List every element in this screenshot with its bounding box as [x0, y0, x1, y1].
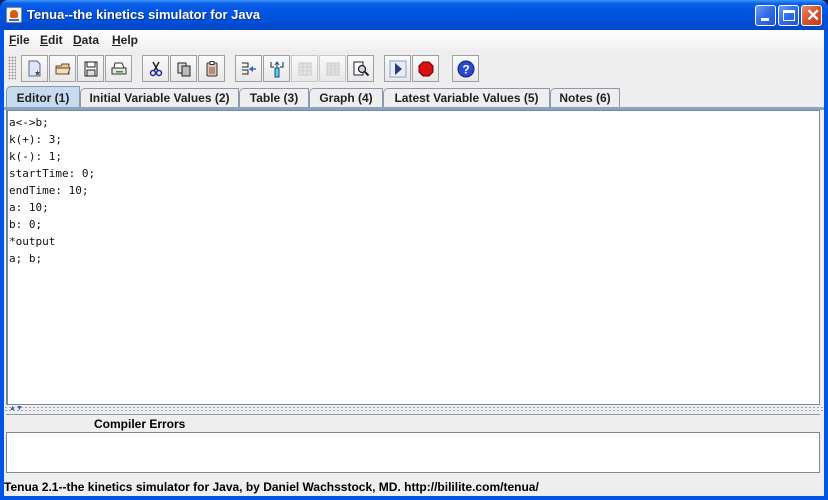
tab-table[interactable]: Table (3) — [239, 88, 309, 108]
split-pane-arrows[interactable]: ▲▼ — [9, 405, 23, 412]
tab-notes[interactable]: Notes (6) — [550, 88, 620, 108]
stop-icon — [418, 61, 434, 77]
open-button[interactable] — [49, 55, 76, 82]
run-icon — [389, 60, 407, 78]
insert-left-icon — [242, 62, 256, 75]
cut-icon — [149, 61, 163, 77]
grid-icon — [326, 62, 340, 76]
editor-line: b: 0; — [9, 218, 43, 231]
new-button[interactable] — [21, 55, 48, 82]
insert-left-button[interactable] — [235, 55, 262, 82]
compiler-errors-title: Compiler Errors — [94, 417, 186, 431]
compiler-errors-output[interactable] — [6, 432, 820, 473]
editor-lines: a<->b; k(+): 3; k(-): 1; startTime: 0; endTi… — [8, 111, 819, 267]
toolbar-grip[interactable] — [8, 56, 16, 80]
menu-data[interactable]: Data — [73, 33, 99, 47]
status-bar: Tenua 2.1--the kinetics simulator for Ja… — [4, 480, 824, 496]
print-button[interactable] — [105, 55, 132, 82]
stop-button[interactable] — [412, 55, 439, 82]
tab-editor[interactable]: Editor (1) — [6, 86, 80, 108]
editor-line: *output — [9, 235, 56, 248]
split-pane-divider[interactable] — [4, 406, 824, 412]
menu-file[interactable]: File — [9, 33, 30, 47]
window-title: Tenua--the kinetics simulator for Java — [27, 7, 261, 22]
editor-line: a<->b; — [9, 116, 49, 129]
print-icon — [111, 62, 127, 75]
minimize-button[interactable] — [755, 5, 776, 26]
tab-latest-variable-values[interactable]: Latest Variable Values (5) — [383, 88, 550, 108]
close-icon: ✕ — [806, 6, 821, 25]
find-button[interactable] — [347, 55, 374, 82]
cut-button[interactable] — [142, 55, 169, 82]
editor-line: a: 10; — [9, 201, 49, 214]
insert-down-icon — [270, 61, 284, 78]
minimize-icon — [761, 18, 769, 21]
svg-text:?: ? — [462, 63, 469, 77]
editor-line: k(-): 1; — [9, 150, 62, 163]
compiler-errors-header: Compiler Errors — [6, 414, 820, 432]
maximize-button[interactable] — [778, 5, 799, 26]
copy-icon — [177, 62, 191, 77]
app-window: Tenua--the kinetics simulator for Java ✕… — [0, 0, 828, 500]
maximize-icon — [783, 10, 795, 21]
new-file-icon — [28, 60, 41, 77]
client-area: File Edit Data Help ? Editor (1) Initial… — [4, 30, 824, 496]
java-app-icon[interactable] — [6, 7, 22, 23]
tab-graph[interactable]: Graph (4) — [309, 88, 383, 108]
open-folder-icon — [55, 63, 71, 75]
find-icon — [353, 61, 370, 77]
save-icon — [84, 61, 98, 77]
paste-icon — [206, 61, 218, 77]
paste-button[interactable] — [198, 55, 225, 82]
menu-bar: File Edit Data Help — [4, 30, 824, 50]
grid-button[interactable] — [319, 55, 346, 82]
editor-line: k(+): 3; — [9, 133, 62, 146]
tab-strip: Editor (1) Initial Variable Values (2) T… — [4, 86, 824, 108]
run-button[interactable] — [384, 55, 411, 82]
menu-help[interactable]: Help — [112, 33, 138, 47]
editor-line: endTime: 10; — [9, 184, 89, 197]
table-button[interactable] — [291, 55, 318, 82]
title-bar[interactable]: Tenua--the kinetics simulator for Java ✕ — [0, 0, 828, 30]
help-button[interactable]: ? — [452, 55, 479, 82]
close-button[interactable]: ✕ — [801, 5, 822, 26]
editor-textarea[interactable]: a<->b; k(+): 3; k(-): 1; startTime: 0; endTi… — [6, 110, 820, 405]
toolbar: ? — [4, 51, 824, 85]
save-button[interactable] — [77, 55, 104, 82]
expand-down-icon[interactable]: ▼ — [16, 405, 23, 412]
help-icon: ? — [457, 60, 475, 78]
editor-line: a; b; — [9, 252, 43, 265]
expand-up-icon[interactable]: ▲ — [9, 405, 16, 412]
insert-down-button[interactable] — [263, 55, 290, 82]
tab-initial-variable-values[interactable]: Initial Variable Values (2) — [80, 88, 239, 108]
table-icon — [298, 62, 312, 76]
editor-line: startTime: 0; — [9, 167, 96, 180]
copy-button[interactable] — [170, 55, 197, 82]
menu-edit[interactable]: Edit — [40, 33, 63, 47]
